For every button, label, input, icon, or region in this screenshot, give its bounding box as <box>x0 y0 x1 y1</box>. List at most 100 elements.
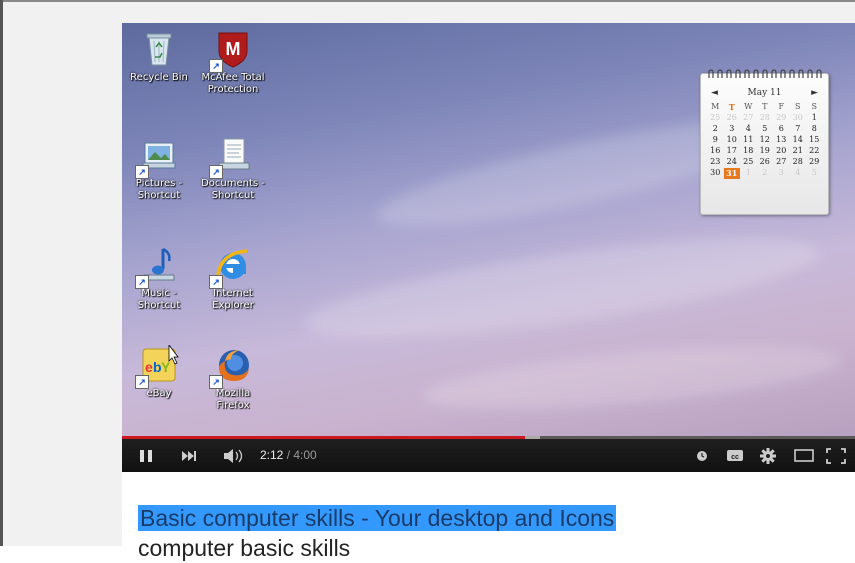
desktop-icon-recycle-bin[interactable]: Recycle Bin <box>122 29 196 84</box>
calendar-day[interactable]: 2 <box>707 124 724 135</box>
calendar-day[interactable]: 19 <box>757 146 774 157</box>
video-frame-desktop[interactable]: Recycle Bin M ↗ McAfee Total Protection <box>122 23 855 436</box>
calendar-weekday: M <box>711 102 720 111</box>
calendar-day[interactable]: 2 <box>757 168 774 179</box>
calendar-binding-rings <box>701 69 828 79</box>
calendar-day[interactable]: 22 <box>806 146 823 157</box>
calendar-day[interactable]: 3 <box>724 124 741 135</box>
fullscreen-button[interactable] <box>825 439 847 472</box>
calendar-day[interactable]: 4 <box>790 168 807 179</box>
desktop-icon-internet-explorer[interactable]: ↗ Internet Explorer <box>196 245 270 312</box>
shortcut-arrow-icon: ↗ <box>135 375 149 389</box>
calendar-day[interactable]: 29 <box>806 157 823 168</box>
calendar-day[interactable]: 6 <box>773 124 790 135</box>
desktop-icon-label: Music - Shortcut <box>137 288 181 311</box>
calendar-day[interactable]: 21 <box>790 146 807 157</box>
next-button[interactable] <box>180 439 198 472</box>
shortcut-arrow-icon: ↗ <box>209 59 223 73</box>
calendar-day[interactable]: 11 <box>740 135 757 146</box>
calendar-day[interactable]: 5 <box>806 168 823 179</box>
calendar-day[interactable]: 7 <box>790 124 807 135</box>
calendar-day[interactable]: 24 <box>724 157 741 168</box>
desktop-icon-label: Mozilla Firefox <box>215 388 251 411</box>
settings-gear-icon[interactable] <box>759 439 777 472</box>
calendar-day[interactable]: 28 <box>790 157 807 168</box>
calendar-day[interactable]: 1 <box>740 168 757 179</box>
svg-text:Y: Y <box>161 359 171 375</box>
internet-explorer-icon: ↗ <box>209 245 253 289</box>
calendar-day[interactable]: 20 <box>773 146 790 157</box>
desktop-icon-firefox[interactable]: ↗ Mozilla Firefox <box>196 345 270 412</box>
calendar-day[interactable]: 25 <box>740 157 757 168</box>
video-title[interactable]: Basic computer skills - Your desktop and… <box>138 503 617 533</box>
calendar-day[interactable]: 18 <box>740 146 757 157</box>
calendar-day[interactable]: 25 <box>707 113 724 124</box>
calendar-day[interactable]: 23 <box>707 157 724 168</box>
calendar-day[interactable]: 30 <box>790 113 807 124</box>
pause-button[interactable] <box>138 439 154 472</box>
watch-later-button[interactable] <box>695 439 709 472</box>
shortcut-arrow-icon: ↗ <box>209 165 223 179</box>
desktop-icon-label: Recycle Bin <box>130 72 188 83</box>
calendar-month-label: May 11 <box>747 88 782 98</box>
calendar-next-button[interactable]: ► <box>811 88 818 98</box>
current-time: 2:12 <box>260 448 284 462</box>
calendar-day[interactable]: 5 <box>757 124 774 135</box>
calendar-weekday: T <box>728 102 735 112</box>
desktop-icon-music[interactable]: ↗ Music - Shortcut <box>122 245 196 312</box>
desktop-icon-label: eBay <box>146 388 172 399</box>
time-display: 2:12 / 4:00 <box>260 439 317 472</box>
calendar-day[interactable]: 30 <box>707 168 724 179</box>
calendar-weekday: S <box>811 102 817 111</box>
calendar-day[interactable]: 17 <box>724 146 741 157</box>
calendar-day[interactable]: 1 <box>806 113 823 124</box>
svg-text:e: e <box>145 359 153 375</box>
calendar-day[interactable]: 28 <box>757 113 774 124</box>
svg-text:M: M <box>226 39 241 59</box>
desktop-icon-ebay[interactable]: e b Y ↗ eBay <box>122 343 196 400</box>
recycle-bin-icon <box>139 29 179 69</box>
calendar-day[interactable]: 26 <box>757 157 774 168</box>
pictures-shortcut-icon: ↗ <box>135 135 179 179</box>
calendar-day[interactable]: 26 <box>724 113 741 124</box>
desktop-icon-documents[interactable]: ↗ Documents - Shortcut <box>196 135 270 202</box>
mozilla-firefox-icon: ↗ <box>209 345 253 389</box>
captions-button[interactable]: cc <box>725 439 745 472</box>
calendar-day[interactable]: 27 <box>740 113 757 124</box>
calendar-day[interactable]: 13 <box>773 135 790 146</box>
calendar-day[interactable]: 14 <box>790 135 807 146</box>
shortcut-arrow-icon: ↗ <box>209 275 223 289</box>
shortcut-arrow-icon: ↗ <box>135 165 149 179</box>
calendar-day[interactable]: 10 <box>724 135 741 146</box>
calendar-weekday: W <box>744 102 753 111</box>
calendar-day[interactable]: 15 <box>806 135 823 146</box>
desktop-icon-label: Documents - Shortcut <box>201 178 265 201</box>
left-gutter <box>3 2 122 546</box>
desktop-icon-pictures[interactable]: ↗ Pictures - Shortcut <box>122 135 196 202</box>
calendar-weekday: S <box>795 102 801 111</box>
volume-button[interactable] <box>222 439 248 472</box>
calendar-day[interactable]: 29 <box>773 113 790 124</box>
calendar-day[interactable]: 8 <box>806 124 823 135</box>
desktop-icon-mcafee[interactable]: M ↗ McAfee Total Protection <box>196 29 270 96</box>
calendar-day[interactable]: 4 <box>740 124 757 135</box>
wallpaper-streak <box>420 334 844 422</box>
video-player[interactable]: Recycle Bin M ↗ McAfee Total Protection <box>122 23 855 472</box>
calendar-day[interactable]: 3 <box>773 168 790 179</box>
theater-mode-button[interactable] <box>793 439 815 472</box>
player-controls: 2:12 / 4:00 cc <box>122 439 855 472</box>
calendar-day[interactable]: 31 <box>723 168 740 179</box>
calendar-day[interactable]: 27 <box>773 157 790 168</box>
calendar-day[interactable]: 9 <box>707 135 724 146</box>
calendar-weekday: T <box>762 102 768 111</box>
calendar-day[interactable]: 16 <box>707 146 724 157</box>
shortcut-arrow-icon: ↗ <box>209 375 223 389</box>
documents-shortcut-icon: ↗ <box>209 135 253 179</box>
mcafee-icon: M ↗ <box>209 29 253 73</box>
desktop-icon-label: McAfee Total Protection <box>201 72 265 95</box>
selected-title-text[interactable]: Basic computer skills - Your desktop and… <box>138 505 617 531</box>
calendar-day[interactable]: 12 <box>757 135 774 146</box>
calendar-grid: M T W T F S S 25 26 27 28 29 30 1 2 3 4 5 6 7 8 9 10 11 12 13 14 15… <box>707 102 823 179</box>
video-subtitle: computer basic skills <box>138 535 351 561</box>
calendar-gadget[interactable]: ◄ May 11 ► M T W T F S S 25 26 27 28 29 30 1 2 3 4 5 6 7 8 9 1… <box>700 69 829 215</box>
